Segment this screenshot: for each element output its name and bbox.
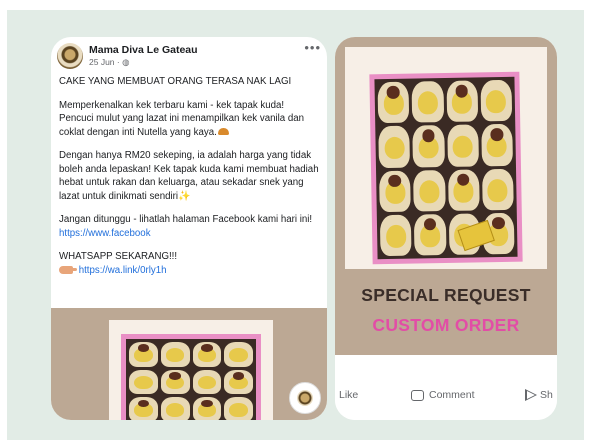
paragraph-3-text: Jangan ditunggu - lihatlah halaman Faceb… — [59, 214, 313, 225]
more-icon[interactable]: ••• — [304, 40, 321, 55]
promo-card: SPECIAL REQUEST CUSTOM ORDER Like Commen… — [335, 37, 557, 420]
page-avatar[interactable] — [57, 43, 83, 69]
photo-frame — [109, 320, 273, 420]
post-paragraph-2: Dengan hanya RM20 sekeping, ia adalah ha… — [59, 149, 321, 203]
post-body: CAKE YANG MEMBUAT ORANG TERASA NAK LAGI … — [59, 75, 321, 279]
share-button[interactable]: Sh — [525, 389, 553, 402]
comment-button[interactable]: Comment — [411, 389, 475, 401]
promo-image[interactable]: SPECIAL REQUEST CUSTOM ORDER — [335, 37, 557, 355]
cake-box-image — [369, 71, 523, 265]
cake-emoji-icon — [217, 128, 229, 136]
whatsapp-link[interactable]: https://wa.link/0rly1h — [79, 265, 167, 276]
share-icon — [525, 389, 537, 402]
post-headline: CAKE YANG MEMBUAT ORANG TERASA NAK LAGI — [59, 76, 292, 87]
cta-text: WHATSAPP SEKARANG!!! — [59, 251, 178, 262]
post-paragraph-3: Jangan ditunggu - lihatlah halaman Faceb… — [59, 213, 321, 240]
facebook-link[interactable]: https://www.facebook — [59, 228, 151, 239]
page-name[interactable]: Mama Diva Le Gateau — [89, 44, 198, 56]
post-cta: WHATSAPP SEKARANG!!! https://wa.link/0rl… — [59, 250, 321, 277]
sparkle-icon: ✨ — [178, 190, 191, 202]
facebook-post-card: Mama Diva Le Gateau 25 Jun · ◍ ••• CAKE … — [51, 37, 327, 420]
post-photo[interactable] — [51, 308, 327, 420]
cake-box-image — [121, 334, 261, 420]
post-meta: 25 Jun · ◍ — [89, 57, 130, 68]
like-button[interactable]: Like — [339, 389, 358, 401]
hand-pointing-icon — [59, 265, 77, 274]
like-label: Like — [339, 389, 359, 401]
paragraph-1-text: Memperkenalkan kek terbaru kami - kek ta… — [59, 99, 305, 138]
promo-photo-frame — [345, 47, 547, 269]
promo-line-1: SPECIAL REQUEST — [361, 285, 531, 305]
comment-label: Comment — [429, 389, 475, 401]
profile-avatar-badge[interactable] — [289, 382, 321, 414]
cake-tray — [126, 339, 256, 420]
cake-tray — [374, 76, 518, 260]
comment-icon — [411, 389, 424, 401]
promo-line-2: CUSTOM ORDER — [372, 315, 520, 335]
post-paragraph-1: Memperkenalkan kek terbaru kami - kek ta… — [59, 99, 321, 140]
globe-icon: ◍ — [122, 57, 130, 67]
post-date[interactable]: 25 Jun · — [89, 57, 122, 67]
share-label: Sh — [540, 389, 553, 401]
post-header: Mama Diva Le Gateau 25 Jun · ◍ ••• — [57, 40, 321, 73]
action-bar: Like Comment Sh — [335, 355, 557, 420]
